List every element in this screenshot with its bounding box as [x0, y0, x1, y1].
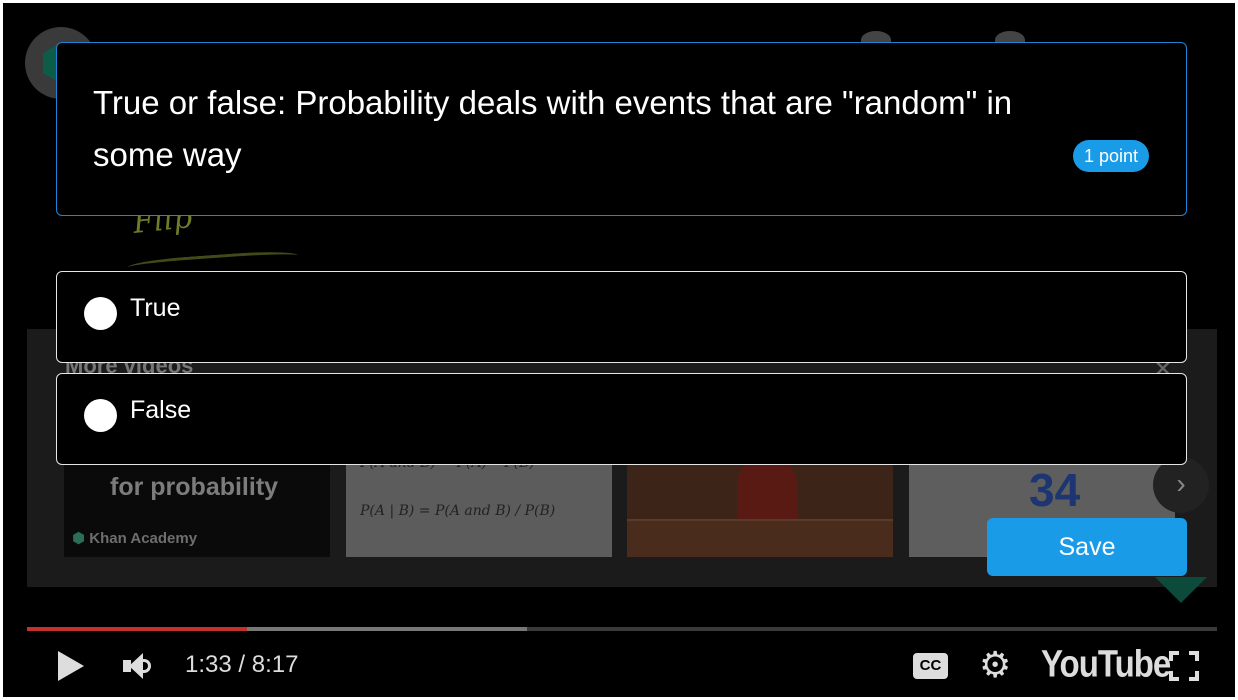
stage-floor: [627, 519, 893, 557]
video-thumbnail: Addition rule for probability Khan Acade…: [64, 449, 330, 557]
fullscreen-button[interactable]: [1169, 651, 1199, 681]
video-thumbnail: P(A and B) = P(A) • P(B) P(A | B) = P(A …: [346, 449, 612, 557]
chevron-right-icon: ›: [1153, 457, 1209, 513]
radio-button[interactable]: [84, 297, 117, 330]
radio-button[interactable]: [84, 399, 117, 432]
answer-option-true[interactable]: True: [56, 271, 1187, 363]
thumbnail-title: for probability: [110, 473, 279, 501]
play-button[interactable]: [55, 649, 85, 683]
points-badge: 1 point: [1073, 140, 1150, 172]
sound-wave-icon: [143, 659, 151, 673]
thumbnail-brand: Khan Academy: [72, 529, 197, 547]
thumbnail-number: 34: [1029, 464, 1081, 516]
gear-icon[interactable]: ⚙: [979, 645, 1011, 685]
video-thumbnail: [627, 449, 893, 557]
youtube-logo[interactable]: YouTube: [1041, 642, 1171, 686]
speaker-cone-icon: [129, 653, 143, 679]
video-player-frame: Flip More videos ✕ Addition rule for pro…: [0, 0, 1238, 700]
volume-button[interactable]: [121, 651, 155, 681]
time-display: 1:33 / 8:17: [185, 651, 299, 678]
answer-option-false[interactable]: False: [56, 373, 1187, 465]
question-card: True or false: Probability deals with ev…: [56, 42, 1187, 216]
save-button[interactable]: Save: [987, 518, 1187, 576]
khan-academy-badge-icon: [1155, 577, 1207, 603]
progress-bar[interactable]: [27, 627, 1217, 631]
captions-button[interactable]: CC: [913, 653, 948, 679]
option-label: False: [130, 396, 192, 424]
option-label: True: [130, 294, 181, 322]
thumbnail-formula: P(A | B) = P(A and B) / P(B): [360, 503, 556, 519]
played-bar: [27, 627, 248, 631]
question-text: True or false: Probability deals with ev…: [93, 84, 1013, 173]
